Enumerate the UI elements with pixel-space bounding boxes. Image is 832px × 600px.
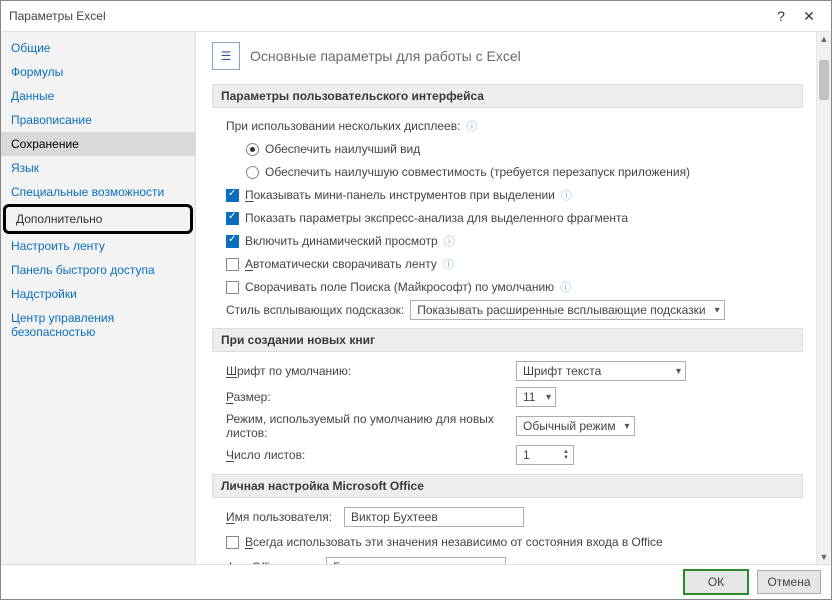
check-collapse-search-row[interactable]: Сворачивать поле Поиска (Майкрософт) по … [226,277,803,297]
window: Параметры Excel ? ✕ ОбщиеФормулыДанныеПр… [0,0,832,600]
scroll-thumb[interactable] [819,60,829,100]
nav-item-2[interactable]: Данные [1,84,195,108]
scroll-down-icon[interactable]: ▼ [817,550,831,564]
nav-item-8[interactable]: Настроить ленту [1,234,195,258]
check-live-preview[interactable] [226,235,239,248]
default-view-label: Режим, используемый по умолчанию для нов… [226,412,516,440]
nav-item-3[interactable]: Правописание [1,108,195,132]
info-icon[interactable]: ⓘ [466,118,477,134]
check-quick-analysis-row[interactable]: Показать параметры экспресс-анализа для … [226,208,803,228]
tooltip-style-label: Стиль всплывающих подсказок: [226,303,404,317]
displays-label-row: При использовании нескольких дисплеев: ⓘ [226,116,803,136]
vertical-scrollbar[interactable]: ▲ ▼ [816,32,831,564]
close-button[interactable]: ✕ [795,8,823,25]
titlebar: Параметры Excel ? ✕ [1,1,831,32]
content-scroll: ☰ Основные параметры для работы с Excel … [196,32,817,564]
check-always-use[interactable] [226,536,239,549]
scroll-up-icon[interactable]: ▲ [817,32,831,46]
radio-best-view[interactable] [246,143,259,156]
nav-item-9[interactable]: Панель быстрого доступа [1,258,195,282]
office-bg-label: Фон Office: [226,560,326,564]
dialog-body: ОбщиеФормулыДанныеПравописаниеСохранение… [1,32,831,564]
nav-item-6[interactable]: Специальные возможности [1,180,195,204]
nav-item-11[interactable]: Центр управления безопасностью [1,306,195,344]
nav-item-1[interactable]: Формулы [1,60,195,84]
office-bg-select[interactable]: Геометрия [326,557,506,564]
ok-button[interactable]: ОК [683,569,749,595]
nav-item-10[interactable]: Надстройки [1,282,195,306]
page-heading: Основные параметры для работы с Excel [250,48,521,64]
font-size-select[interactable]: 11 [516,387,556,407]
radio-compat-row[interactable]: Обеспечить наилучшую совместимость (треб… [246,162,803,182]
check-auto-collapse-row[interactable]: Автоматически сворачивать ленту ⓘ [226,254,803,274]
default-view-select[interactable]: Обычный режим [516,416,635,436]
help-button[interactable]: ? [767,8,795,24]
check-quick-analysis[interactable] [226,212,239,225]
info-icon[interactable]: ⓘ [560,279,571,295]
page-icon: ☰ [212,42,240,70]
nav-item-4[interactable]: Сохранение [1,132,195,156]
check-always-use-label: Всегда использовать эти значения независ… [245,535,663,549]
nav-item-7[interactable]: Дополнительно [3,204,193,234]
username-input[interactable]: Виктор Бухтеев [344,507,524,527]
check-collapse-search[interactable] [226,281,239,294]
group-ui: Параметры пользовательского интерфейса [212,84,803,108]
radio-compat-label: Обеспечить наилучшую совместимость (треб… [265,165,690,179]
window-title: Параметры Excel [9,9,767,23]
check-collapse-search-label: Сворачивать поле Поиска (Майкрософт) по … [245,280,554,294]
radio-compat[interactable] [246,166,259,179]
check-live-preview-row[interactable]: Включить динамический просмотр ⓘ [226,231,803,251]
tooltip-style-select[interactable]: Показывать расширенные всплывающие подск… [410,300,724,320]
tooltip-style-row: Стиль всплывающих подсказок: Показывать … [226,300,803,320]
nav-item-0[interactable]: Общие [1,36,195,60]
content-pane: ☰ Основные параметры для работы с Excel … [196,32,831,564]
check-mini-toolbar[interactable] [226,189,239,202]
username-label: Имя пользователя: [226,510,344,524]
font-size-label: Размер: [226,390,516,404]
default-font-select[interactable]: Шрифт текста [516,361,686,381]
check-mini-toolbar-label: Показывать мини-панель инструментов при … [245,188,555,202]
check-mini-toolbar-row[interactable]: Показывать мини-панель инструментов при … [226,185,803,205]
nav-item-5[interactable]: Язык [1,156,195,180]
check-always-use-row[interactable]: Всегда использовать эти значения независ… [226,532,803,552]
check-live-preview-label: Включить динамический просмотр [245,234,438,248]
dialog-footer: ОК Отмена [1,564,831,599]
sheet-count-label: Число листов: [226,448,516,462]
group-personal: Личная настройка Microsoft Office [212,474,803,498]
check-quick-analysis-label: Показать параметры экспресс-анализа для … [245,211,628,225]
radio-best-view-label: Обеспечить наилучший вид [265,142,420,156]
spinner-arrows[interactable]: ▲▼ [563,449,569,461]
cancel-button[interactable]: Отмена [757,570,821,594]
check-auto-collapse[interactable] [226,258,239,271]
radio-best-view-row[interactable]: Обеспечить наилучший вид [246,139,803,159]
page-header: ☰ Основные параметры для работы с Excel [212,42,803,70]
default-font-label: Шрифт по умолчанию: [226,364,516,378]
info-icon[interactable]: ⓘ [443,256,454,272]
check-auto-collapse-label: Автоматически сворачивать ленту [245,257,437,271]
nav-sidebar: ОбщиеФормулыДанныеПравописаниеСохранение… [1,32,196,564]
info-icon[interactable]: ⓘ [444,233,455,249]
displays-label: При использовании нескольких дисплеев: [226,119,460,133]
info-icon[interactable]: ⓘ [561,187,572,203]
group-new-books: При создании новых книг [212,328,803,352]
sheet-count-spinner[interactable]: 1▲▼ [516,445,574,465]
